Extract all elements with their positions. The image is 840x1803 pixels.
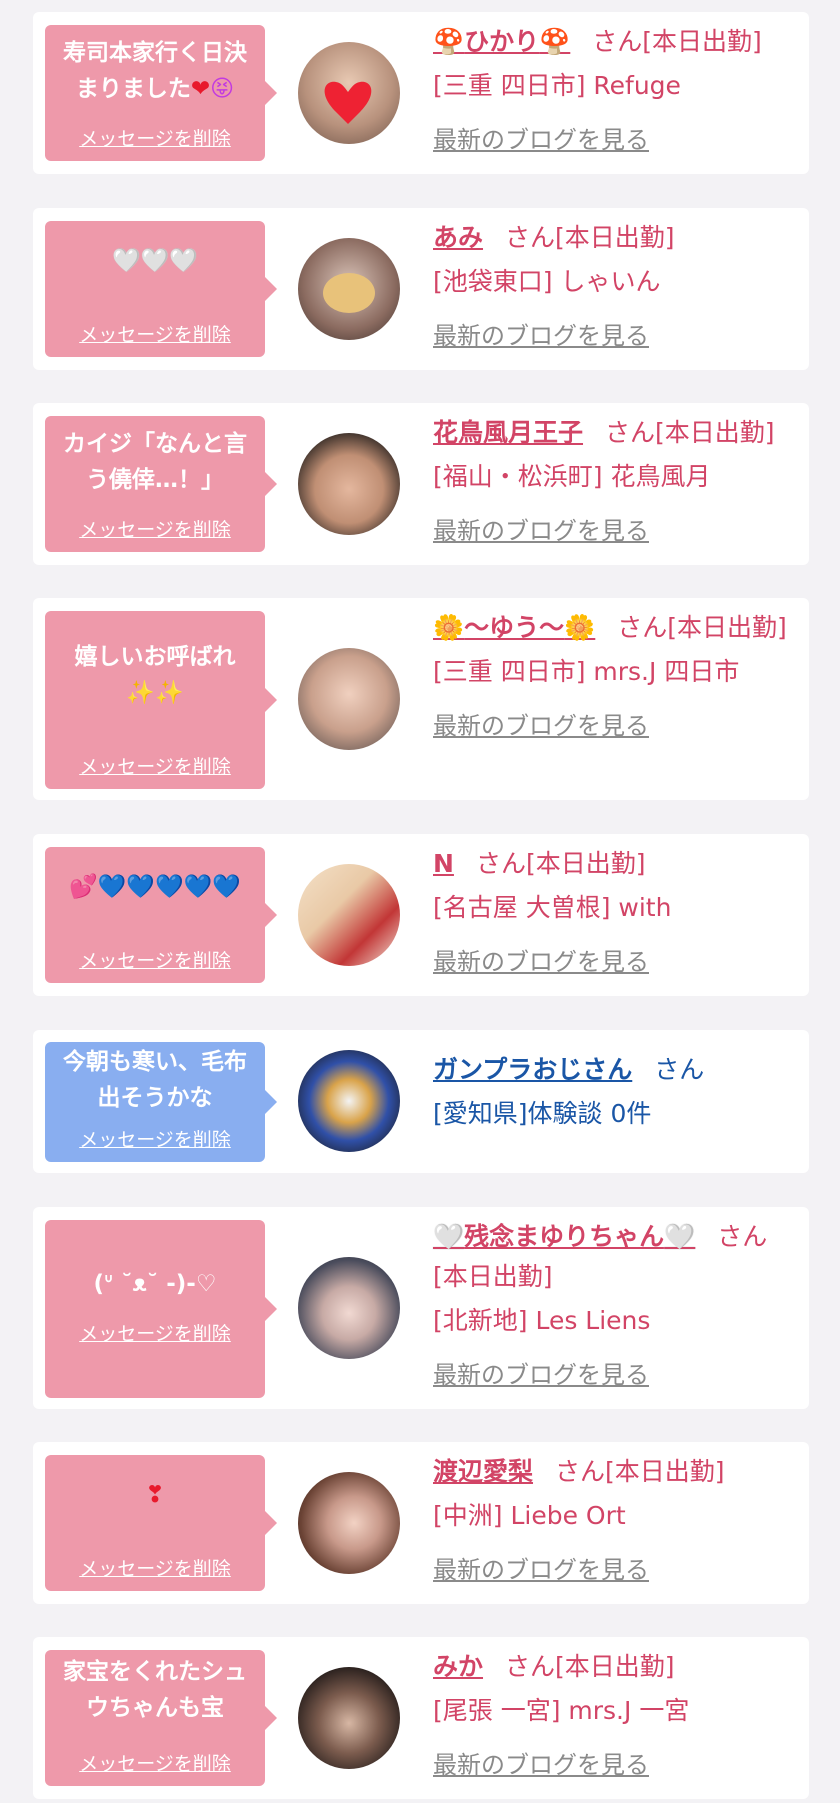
message-text: 家宝をくれたシュ ウちゃんも宝: [63, 1659, 247, 1721]
avatar[interactable]: [298, 238, 400, 340]
latest-blog-link[interactable]: 最新のブログを見る: [433, 1745, 798, 1785]
message-card: 💕💙💙💙💙💙 メッセージを削除 N さん[本日出勤] [名古屋 大曽根] with…: [33, 834, 809, 996]
shop-label: [三重 四日市] mrs.J 四日市: [433, 657, 740, 686]
message-text: 🤍🤍🤍: [112, 248, 198, 274]
latest-blog-link[interactable]: 最新のブログを見る: [433, 120, 798, 160]
white-heart-icon: 🤍: [664, 1222, 696, 1251]
status-label: さん[本日出勤]: [505, 223, 675, 252]
message-text: カイジ「なんと言 う僥倖…！」: [63, 431, 247, 493]
message-text: (ᐡ ˘ᴥ˘ -)-♡: [93, 1271, 217, 1297]
profile-name-link[interactable]: 🍄ひかり🍄: [433, 27, 570, 56]
experience-count-label: [愛知県]体験談 0件: [433, 1099, 652, 1128]
profile-name-link[interactable]: あみ: [433, 223, 483, 252]
status-label: さん[本日出勤]: [592, 27, 762, 56]
shop-label: [北新地] Les Liens: [433, 1306, 651, 1335]
message-list: 寿司本家行く日決 まりました❤😝 メッセージを削除 🍄ひかり🍄 さん[本日出勤] …: [0, 0, 840, 1803]
profile-info: 渡辺愛梨 さん[本日出勤] [中洲] Liebe Ort 最新のブログを見る: [433, 1452, 798, 1590]
message-bubble: 寿司本家行く日決 まりました❤😝 メッセージを削除: [45, 25, 277, 161]
latest-blog-link[interactable]: 最新のブログを見る: [433, 1550, 798, 1590]
latest-blog-link[interactable]: 最新のブログを見る: [433, 1355, 798, 1395]
latest-blog-link[interactable]: 最新のブログを見る: [433, 706, 798, 746]
message-bubble: 家宝をくれたシュ ウちゃんも宝 メッセージを削除: [45, 1650, 277, 1786]
profile-info: 🌼〜ゆう〜🌼 さん[本日出勤] [三重 四日市] mrs.J 四日市 最新のブログ…: [433, 608, 798, 746]
message-card: 🤍🤍🤍 メッセージを削除 あみ さん[本日出勤] [池袋東口] しゃいん 最新のブ…: [33, 208, 809, 370]
delete-message-button[interactable]: メッセージを削除: [45, 1554, 265, 1581]
profile-name-link[interactable]: 花鳥風月王子: [433, 418, 583, 447]
shop-label: [尾張 一宮] mrs.J 一宮: [433, 1696, 690, 1725]
profile-info: 🍄ひかり🍄 さん[本日出勤] [三重 四日市] Refuge 最新のブログを見る: [433, 22, 798, 160]
avatar[interactable]: [298, 648, 400, 750]
profile-name-link[interactable]: 渡辺愛梨: [433, 1457, 533, 1486]
delete-message-button[interactable]: メッセージを削除: [45, 752, 265, 779]
message-bubble: 🤍🤍🤍 メッセージを削除: [45, 221, 277, 357]
message-bubble: 嬉しいお呼ばれ ✨✨ メッセージを削除: [45, 611, 277, 789]
status-label: さん: [654, 1055, 705, 1084]
message-card: (ᐡ ˘ᴥ˘ -)-♡ メッセージを削除 🤍残念まゆりちゃん🤍 さん[本日出勤] …: [33, 1207, 809, 1409]
sun-flower-icon: 🌼: [564, 613, 596, 642]
delete-message-button[interactable]: メッセージを削除: [45, 1319, 265, 1346]
latest-blog-link[interactable]: 最新のブログを見る: [433, 942, 798, 982]
delete-message-button[interactable]: メッセージを削除: [45, 515, 265, 542]
shop-label: [福山・松浜町] 花鳥風月: [433, 462, 711, 491]
profile-info: あみ さん[本日出勤] [池袋東口] しゃいん 最新のブログを見る: [433, 218, 798, 356]
delete-message-button[interactable]: メッセージを削除: [45, 124, 265, 151]
message-card: カイジ「なんと言 う僥倖…！」 メッセージを削除 花鳥風月王子 さん[本日出勤] …: [33, 403, 809, 565]
avatar[interactable]: [298, 42, 400, 144]
message-text: 寿司本家行く日決 まりました❤😝: [63, 40, 247, 102]
profile-name-link[interactable]: みか: [433, 1652, 483, 1681]
status-label: さん[本日出勤]: [555, 1457, 725, 1486]
avatar[interactable]: [298, 1667, 400, 1769]
delete-message-button[interactable]: メッセージを削除: [45, 946, 265, 973]
message-card: 家宝をくれたシュ ウちゃんも宝 メッセージを削除 みか さん[本日出勤] [尾張 …: [33, 1637, 809, 1799]
message-card: 嬉しいお呼ばれ ✨✨ メッセージを削除 🌼〜ゆう〜🌼 さん[本日出勤] [三重 四…: [33, 598, 809, 800]
message-text: ❣: [145, 1482, 165, 1508]
heart-sticker-icon: [324, 81, 372, 124]
sticker-icon: [323, 273, 375, 313]
shop-label: [池袋東口] しゃいん: [433, 267, 661, 296]
shop-label: [三重 四日市] Refuge: [433, 71, 681, 100]
profile-info: みか さん[本日出勤] [尾張 一宮] mrs.J 一宮 最新のブログを見る: [433, 1647, 798, 1785]
latest-blog-link[interactable]: 最新のブログを見る: [433, 316, 798, 356]
message-text: 嬉しいお呼ばれ ✨✨: [74, 644, 236, 706]
profile-info: 花鳥風月王子 さん[本日出勤] [福山・松浜町] 花鳥風月 最新のブログを見る: [433, 413, 798, 551]
profile-info: ガンプラおじさん さん [愛知県]体験談 0件: [433, 1050, 798, 1134]
avatar[interactable]: [298, 1472, 400, 1574]
message-bubble: 今朝も寒い、毛布 出そうかな メッセージを削除: [45, 1042, 277, 1162]
message-bubble: ❣ メッセージを削除: [45, 1455, 277, 1591]
message-bubble: (ᐡ ˘ᴥ˘ -)-♡ メッセージを削除: [45, 1220, 277, 1398]
message-bubble: 💕💙💙💙💙💙 メッセージを削除: [45, 847, 277, 983]
message-bubble: カイジ「なんと言 う僥倖…！」 メッセージを削除: [45, 416, 277, 552]
sun-flower-icon: 🌼: [433, 613, 465, 642]
avatar[interactable]: [298, 864, 400, 966]
profile-name-link[interactable]: 🤍残念まゆりちゃん🤍: [433, 1222, 695, 1251]
shop-label: [中洲] Liebe Ort: [433, 1501, 626, 1530]
status-label: さん[本日出勤]: [605, 418, 775, 447]
message-card: 今朝も寒い、毛布 出そうかな メッセージを削除 ガンプラおじさん さん [愛知県]…: [33, 1030, 809, 1173]
avatar[interactable]: [298, 1257, 400, 1359]
message-text: 💕💙💙💙💙💙: [69, 874, 241, 900]
message-card: ❣ メッセージを削除 渡辺愛梨 さん[本日出勤] [中洲] Liebe Ort 最…: [33, 1442, 809, 1604]
profile-name-link[interactable]: N: [433, 849, 454, 878]
status-label: さん[本日出勤]: [475, 849, 646, 878]
mushroom-icon: 🍄: [539, 27, 571, 56]
avatar[interactable]: [298, 433, 400, 535]
profile-info: N さん[本日出勤] [名古屋 大曽根] with 最新のブログを見る: [433, 844, 798, 982]
profile-info: 🤍残念まゆりちゃん🤍 さん[本日出勤] [北新地] Les Liens 最新のブロ…: [433, 1217, 798, 1395]
status-label: さん[本日出勤]: [505, 1652, 675, 1681]
white-heart-icon: 🤍: [433, 1222, 465, 1251]
delete-message-button[interactable]: メッセージを削除: [45, 320, 265, 347]
shop-label: [名古屋 大曽根] with: [433, 893, 672, 922]
avatar[interactable]: [298, 1050, 400, 1152]
profile-name-link[interactable]: ガンプラおじさん: [433, 1055, 632, 1084]
message-card: 寿司本家行く日決 まりました❤😝 メッセージを削除 🍄ひかり🍄 さん[本日出勤] …: [33, 12, 809, 174]
mushroom-icon: 🍄: [433, 27, 465, 56]
delete-message-button[interactable]: メッセージを削除: [45, 1749, 265, 1776]
status-label: さん[本日出勤]: [617, 613, 787, 642]
delete-message-button[interactable]: メッセージを削除: [45, 1125, 265, 1152]
profile-name-link[interactable]: 🌼〜ゆう〜🌼: [433, 613, 595, 642]
latest-blog-link[interactable]: 最新のブログを見る: [433, 511, 798, 551]
message-text: 今朝も寒い、毛布 出そうかな: [63, 1049, 247, 1111]
